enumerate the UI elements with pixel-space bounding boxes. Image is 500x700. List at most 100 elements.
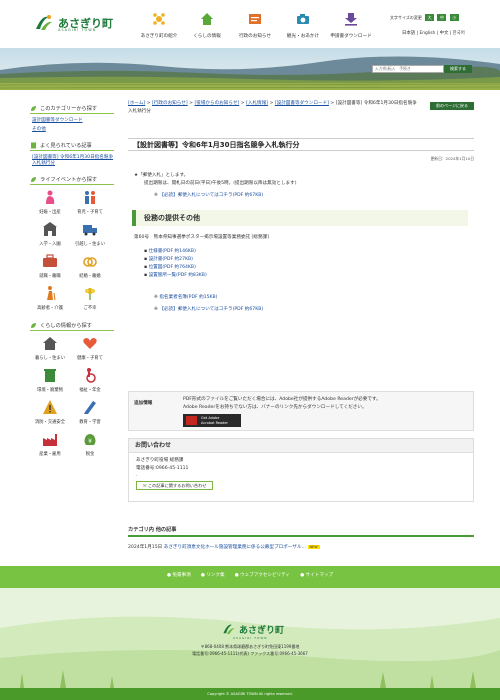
footer-link-label: リンク集	[206, 573, 225, 578]
life-item-elderly[interactable]: 高齢者・介護	[30, 285, 70, 311]
search-button[interactable]: 検索する	[444, 65, 472, 73]
breadcrumb-bidding[interactable]: [入札情報]	[246, 101, 268, 106]
truck-icon	[83, 225, 97, 236]
updated-date: 更新日：2024年1月10日	[430, 156, 475, 161]
contact-dept: あさぎり町役場 総務課	[136, 458, 184, 463]
heading-text: このカテゴリーから探す	[40, 106, 98, 112]
contact-heading: お問い合わせ	[129, 439, 473, 453]
gnav-admin[interactable]: 行政のお知らせ	[231, 12, 279, 39]
footer-link-accessibility[interactable]: ● ウェブアクセシビリティ	[235, 572, 291, 578]
design-pdf-link[interactable]: 設計書(PDF 約27KB)	[149, 257, 193, 262]
heading-text: くらしの情報から探す	[40, 323, 92, 329]
breadcrumb-admin[interactable]: [行政のお知らせ]	[152, 101, 188, 106]
copyright: Copyright © ASAGIRI TOWN All rights rese…	[0, 688, 500, 700]
site-search: 入力例)転入 手続き 検索する	[372, 65, 472, 73]
life-item-pregnancy[interactable]: 妊娠・出産	[30, 189, 70, 215]
item-label: 福祉・年金	[79, 388, 101, 393]
footer-link-label: 免責事項	[172, 573, 191, 578]
spec-pdf-link[interactable]: 仕様書(PDF 約146KB)	[149, 249, 196, 254]
leaf-icon	[31, 177, 36, 182]
life-item-bereavement[interactable]: ご不幸	[70, 285, 110, 311]
contact-phone: 電話番号:0966-45-1111	[136, 466, 189, 471]
town-logo-icon	[223, 624, 235, 634]
footer-link-label: ウェブアクセシビリティ	[240, 573, 291, 578]
gnav-living[interactable]: くらしの情報	[183, 12, 231, 39]
item-label: 高齢者・介護	[37, 306, 63, 311]
notice-pdf-link[interactable]: 【必読】郵便入札についてはコチラ(PDF 約67KB)	[159, 193, 263, 198]
item-label: 環境・廃棄物	[37, 388, 63, 393]
footer-address: 〒868-0408 熊本県球磨郡あさぎり町免田東1199番地 電話番号:0966…	[0, 643, 500, 657]
life-event-grid: 妊娠・出産 育児・子育て 入学・入園 引越し・住まい 就職・離職 結婚・離婚 高…	[30, 189, 114, 311]
article-body: ★「郵便入札」とします。 提出期限は、開札日の前日(平日)午後5時。(提出期限以…	[132, 172, 470, 314]
factory-icon	[43, 434, 57, 446]
file-item: ▪ 設計書(PDF 約27KB)	[144, 257, 193, 262]
category-link-other[interactable]: その他	[32, 127, 114, 133]
footer-link-disclaimer[interactable]: ● 免責事項	[167, 572, 191, 578]
address-line: 〒868-0408 熊本県球磨郡あさぎり町免田東1199番地	[200, 644, 300, 649]
living-item-safety[interactable]: 消防・交通安全	[30, 399, 70, 425]
life-item-marriage[interactable]: 結婚・離婚	[70, 253, 110, 279]
additional-info: 追加情報 PDF形式のファイルをご覧いただく場合には、Adobe社が提供するAd…	[128, 391, 474, 431]
breadcrumb-office[interactable]: [役場からのお知らせ]	[194, 101, 239, 106]
breadcrumb-home[interactable]: [ホーム]	[128, 101, 145, 106]
life-item-moving[interactable]: 引越し・住まい	[70, 221, 110, 247]
svg-text:¥: ¥	[88, 438, 92, 445]
breadcrumb: [ホーム] > [行政のお知らせ] > [役場からのお知らせ] > [入札情報]…	[128, 100, 418, 116]
life-item-employment[interactable]: 就職・離職	[30, 253, 70, 279]
gnav-label: くらしの情報	[193, 34, 221, 39]
notice-pdf-link-2[interactable]: 【必読】郵便入札についてはコチラ(PDF 約67KB)	[159, 307, 263, 312]
font-size-medium-button[interactable]: 中	[437, 14, 447, 21]
category-link-download[interactable]: 設計図書等ダウンロード	[32, 118, 114, 124]
download-icon	[345, 13, 357, 26]
font-size-small-button[interactable]: 小	[449, 14, 459, 21]
item-label: 税金	[85, 452, 95, 457]
related-link[interactable]: あさぎり町須恵文化ホール施設管理業務に係る公募型プロポーザル…	[164, 545, 306, 550]
location-list-pdf-link[interactable]: 設置箇所一覧(PDF 約83KB)	[149, 273, 207, 278]
info-line: Adobe Readerをお持ちでない方は、バナーのリンク先からダウンロードして…	[183, 405, 367, 410]
living-item-environment[interactable]: 環境・廃棄物	[30, 367, 70, 393]
adobe-label: Acrobat Reader	[201, 421, 228, 425]
map-pdf-link[interactable]: 位置図(PDF 約764KB)	[149, 265, 196, 270]
file-item: ▪ 位置図(PDF 約764KB)	[144, 265, 196, 270]
rings-icon	[83, 257, 97, 267]
font-size-large-button[interactable]: 大	[425, 14, 435, 21]
category-heading: このカテゴリーから探す	[30, 104, 114, 114]
living-item-housing[interactable]: 暮らし・住まい	[30, 335, 70, 361]
item-label: 健康・子育て	[77, 356, 103, 361]
info-icon	[249, 14, 261, 24]
living-item-welfare[interactable]: 福祉・年金	[70, 367, 110, 393]
inquiry-button[interactable]: ✉ この記事に関するお問い合わせ	[136, 481, 214, 490]
footer-link-sitemap[interactable]: ● サイトマップ	[300, 572, 333, 578]
popular-link[interactable]: [設計図書等] 令和6年1月30日指名競争入札執行分	[32, 155, 114, 167]
item-label: 入学・入園	[39, 242, 61, 247]
living-item-health[interactable]: 健康・子育て	[70, 335, 110, 361]
adobe-reader-banner[interactable]: Get Adobe Acrobat Reader	[183, 414, 241, 427]
breadcrumb-sep: >	[145, 101, 153, 106]
popular-heading: よく見られている記事	[30, 141, 114, 151]
footer-logo[interactable]: あさぎり町	[222, 622, 284, 636]
contact-body: あさぎり町役場 総務課 電話番号:0966-45-1111 . ✉ この記事に関…	[129, 453, 473, 491]
gnav-download[interactable]: 申請書ダウンロード	[327, 12, 375, 39]
breadcrumb-downloads[interactable]: [設計図書等ダウンロード]	[275, 101, 329, 106]
gnav-tourism[interactable]: 観光・おあかけ	[279, 12, 327, 39]
home-icon	[201, 13, 213, 25]
back-button[interactable]: 前のページに戻る	[430, 102, 474, 110]
language-switcher[interactable]: 日本語 | English | 中文 | 한국어	[402, 30, 465, 36]
life-item-childcare[interactable]: 育児・子育て	[70, 189, 110, 215]
site-name-en: ASAGIRI TOWN	[58, 28, 97, 32]
breadcrumb-sep: >	[328, 101, 336, 106]
gnav-town-intro[interactable]: あさぎり町の紹介	[135, 12, 183, 39]
living-item-tax[interactable]: ¥ 税金	[70, 431, 110, 457]
life-item-school[interactable]: 入学・入園	[30, 221, 70, 247]
item-label: 育児・子育て	[77, 210, 103, 215]
living-info-grid: 暮らし・住まい 健康・子育て 環境・廃棄物 福祉・年金 消防・交通安全 教育・学…	[30, 335, 114, 457]
vendor-list-pdf-link[interactable]: 指名業者名簿(PDF 約15KB)	[159, 295, 217, 300]
footer-site-name: あさぎり町	[239, 625, 285, 636]
camera-icon	[297, 14, 309, 24]
search-input[interactable]: 入力例)転入 手続き	[372, 65, 444, 73]
footer-link-links[interactable]: ● リンク集	[201, 572, 225, 578]
town-logo-icon	[36, 15, 52, 30]
living-item-education[interactable]: 教育・学習	[70, 399, 110, 425]
footer-site-name-en: ASAGIRI TOWN	[233, 636, 268, 640]
living-item-industry[interactable]: 産業・雇用	[30, 431, 70, 457]
